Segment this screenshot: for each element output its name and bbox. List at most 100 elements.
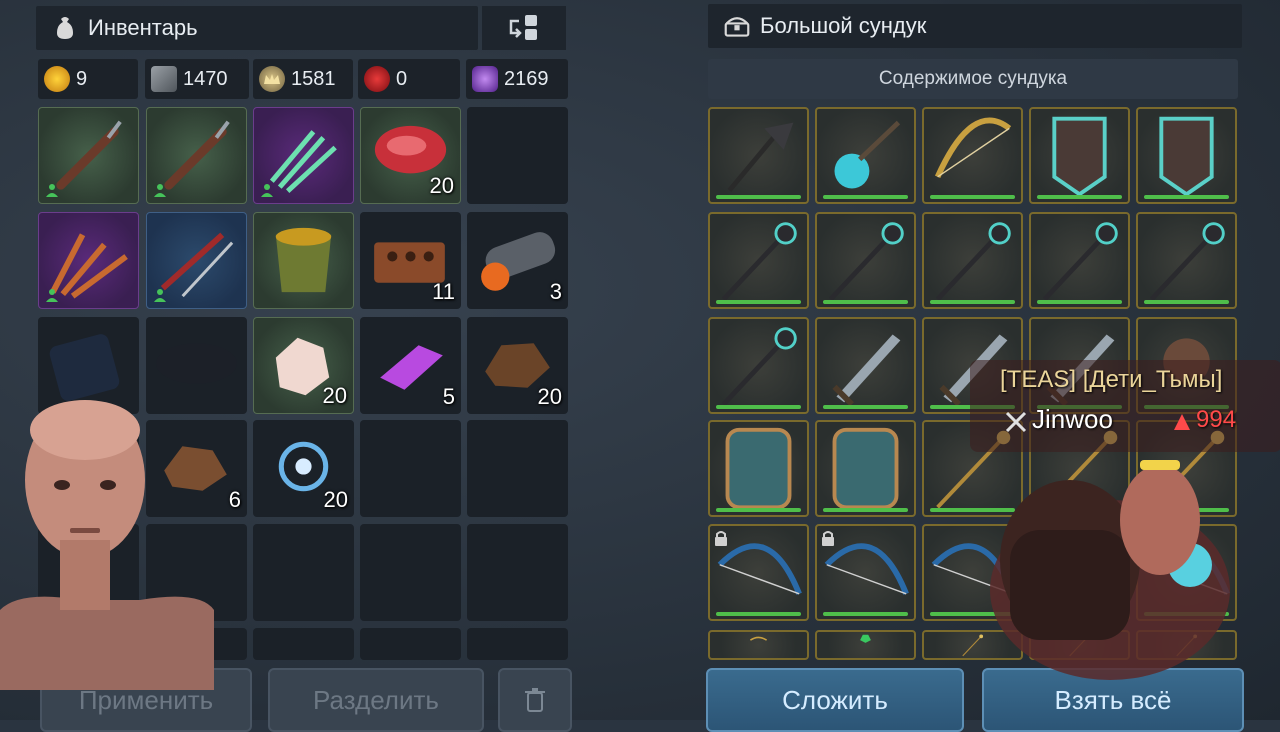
chest-slot-orb-staff[interactable] (922, 212, 1023, 309)
inventory-slot-iron-hook-tool[interactable] (38, 107, 139, 204)
inventory-slot-empty[interactable] (253, 628, 354, 660)
chest-slot-gold-bow[interactable] (922, 107, 1023, 204)
lock-icon (822, 531, 834, 546)
chest-slot-gold-axe[interactable] (708, 630, 809, 660)
durability-bar (823, 612, 908, 616)
inventory-slot-empty[interactable] (467, 107, 568, 204)
gold-coin-icon (44, 66, 70, 92)
item-quantity: 20 (429, 173, 454, 198)
blue-flail-icon (834, 120, 901, 189)
inventory-slot-empty[interactable] (360, 628, 461, 660)
currency-silver: 1470 (145, 59, 249, 99)
chest-slot-teal-shield[interactable] (1029, 107, 1130, 204)
orb-staff-icon (721, 327, 797, 406)
durability-bar (1144, 195, 1229, 199)
chest-slot-blue-bow[interactable] (815, 524, 916, 621)
currency-value: 9 (76, 67, 88, 90)
orb-staff-icon (1042, 222, 1118, 301)
inventory-slot-empty[interactable] (253, 524, 354, 621)
currency-value: 2169 (504, 67, 549, 90)
inventory-header: Инвентарь (36, 6, 478, 50)
chest-slot-teal-shield[interactable] (1136, 107, 1237, 204)
inventory-slot-empty[interactable] (467, 420, 568, 517)
durability-bar (716, 508, 801, 512)
chest-slot-dark-axe[interactable] (708, 107, 809, 204)
crossed-swords-icon (1005, 411, 1027, 433)
durability-bar (823, 300, 908, 304)
durability-bar (823, 195, 908, 199)
item-quantity: 20 (537, 384, 562, 409)
chest-slot-steel-sword[interactable] (815, 317, 916, 414)
chest-slot-blue-bow[interactable] (708, 524, 809, 621)
sort-toggle-button[interactable] (482, 6, 566, 50)
stack-button[interactable]: Сложить (706, 668, 964, 732)
bag-icon (52, 15, 78, 41)
chest-slot-orb-staff[interactable] (1136, 212, 1237, 309)
orb-staff-icon (935, 222, 1011, 301)
chest-slot-green-gem[interactable] (815, 630, 916, 660)
chest-slot-bronze-chestplate[interactable] (708, 420, 809, 517)
chest-slot-orb-staff[interactable] (708, 212, 809, 309)
orb-staff-icon (1149, 222, 1225, 301)
purple-crystal-icon (472, 66, 498, 92)
item-quantity: 3 (549, 279, 562, 304)
chest-slot-bronze-chestplate[interactable] (815, 420, 916, 517)
currency-value: 1470 (183, 67, 228, 90)
teal-shield-icon (1052, 116, 1107, 197)
currency-crown: 1581 (253, 59, 353, 99)
inventory-slot-red-lockpicks[interactable] (146, 212, 247, 309)
durability-bar (1037, 300, 1122, 304)
inventory-slot-green-claw-tools[interactable] (253, 107, 354, 204)
inventory-slot-quartz-stone[interactable]: 20 (253, 317, 354, 414)
inventory-slot-empty[interactable] (467, 628, 568, 660)
gold-bow-icon (934, 117, 1012, 179)
durability-bar (716, 300, 801, 304)
bronze-chestplate-icon (832, 427, 899, 510)
inventory-slot-empty[interactable] (360, 524, 461, 621)
trash-button[interactable] (498, 668, 572, 732)
power-icon (1174, 414, 1190, 430)
inventory-slot-raw-meat[interactable]: 20 (360, 107, 461, 204)
item-quantity: 6 (228, 487, 241, 512)
chest-slot-orb-staff[interactable] (815, 212, 916, 309)
inventory-slot-burning-log[interactable]: 3 (467, 212, 568, 309)
item-quantity: 20 (323, 487, 348, 512)
leather-bucket-icon (275, 227, 332, 293)
durability-bar (716, 612, 801, 616)
orb-staff-icon (721, 222, 797, 301)
bronze-chestplate-icon (725, 427, 792, 510)
person-icon (261, 184, 273, 197)
currency-seal: 0 (358, 59, 460, 99)
player-character (960, 440, 1260, 680)
durability-bar (823, 405, 908, 409)
durability-bar (1037, 195, 1122, 199)
player-guild: [TEAS] [Дети_Тьмы] (1000, 366, 1223, 393)
lock-icon (715, 531, 727, 546)
durability-bar (930, 300, 1015, 304)
inventory-slot-purple-ingot[interactable]: 5 (360, 317, 461, 414)
chest-slot-blue-flail[interactable] (815, 107, 916, 204)
inventory-slot-iron-hook-tool[interactable] (146, 107, 247, 204)
item-quantity: 5 (442, 384, 455, 409)
chest-title: Большой сундук (760, 13, 927, 38)
inventory-slot-clay-bricks[interactable]: 11 (360, 212, 461, 309)
crown-icon (259, 66, 285, 92)
steel-sword-icon (832, 334, 901, 407)
chest-header: Большой сундук (708, 4, 1242, 48)
gold-axe-icon (749, 636, 768, 641)
person-icon (154, 184, 166, 197)
trash-icon (525, 688, 545, 712)
chest-slot-orb-staff[interactable] (1029, 212, 1130, 309)
inventory-slot-copper-lockpicks[interactable] (38, 212, 139, 309)
chest-icon (724, 13, 750, 39)
split-button[interactable]: Разделить (268, 668, 484, 732)
inventory-slot-blue-vortex-essence[interactable]: 20 (253, 420, 354, 517)
inventory-slot-empty[interactable] (360, 420, 461, 517)
inventory-slot-leather-bucket[interactable] (253, 212, 354, 309)
durability-bar (823, 508, 908, 512)
person-icon (46, 184, 58, 197)
inventory-slot-brown-ore[interactable]: 20 (467, 317, 568, 414)
chest-slot-orb-staff[interactable] (708, 317, 809, 414)
inventory-slot-empty[interactable] (467, 524, 568, 621)
currency-crystal: 2169 (466, 59, 568, 99)
